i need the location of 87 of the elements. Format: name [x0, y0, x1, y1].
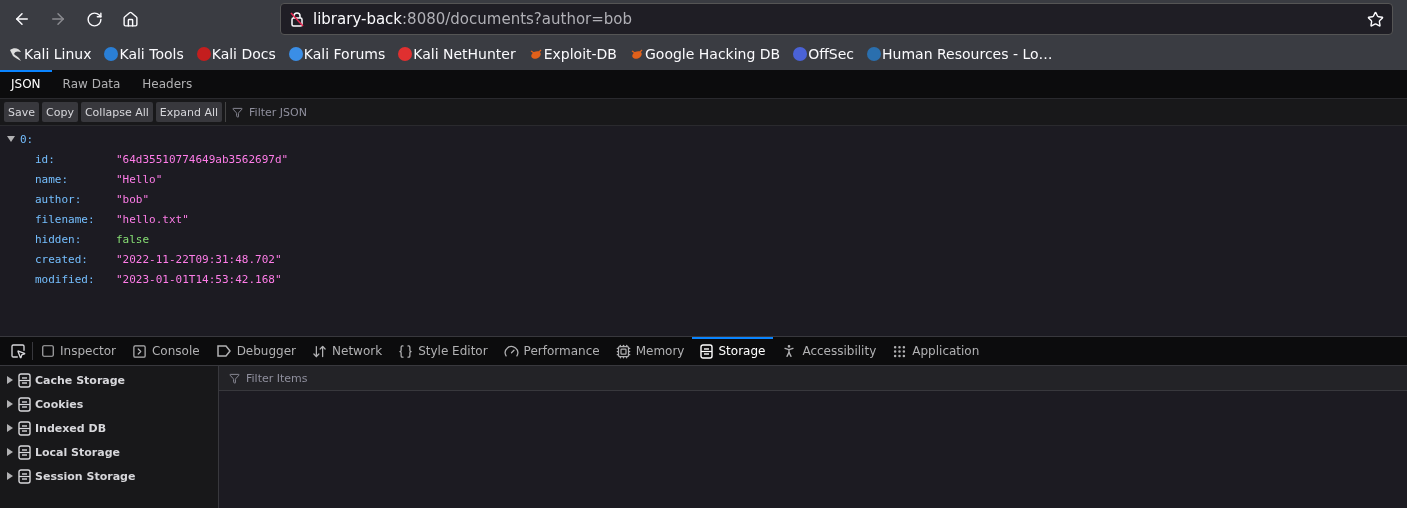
cabinet-icon — [700, 343, 714, 359]
devtools-tab[interactable]: Style Editor — [390, 337, 496, 365]
json-value: "2023-01-01T14:53:42.168" — [116, 272, 282, 286]
json-key: id: — [35, 152, 116, 166]
bookmark-link[interactable]: Kali NetHunter — [413, 46, 516, 62]
devtools-tab[interactable]: Performance — [495, 337, 608, 365]
devtools-tab[interactable]: Application — [884, 337, 988, 365]
expand-caret-icon[interactable] — [6, 400, 14, 408]
viewer-tab[interactable]: Raw Data — [51, 70, 132, 98]
viewer-button[interactable]: Collapse All — [80, 102, 153, 122]
devtools-tab[interactable]: Inspector — [33, 337, 124, 365]
site-icon — [792, 46, 809, 62]
bookmark-link[interactable]: Human Resources - Lo… — [882, 46, 1053, 62]
devtools-tab[interactable]: Accessibility — [773, 337, 885, 365]
cabinet-icon — [18, 420, 31, 436]
terminal-icon — [132, 343, 147, 359]
devtools-tab[interactable]: Memory — [607, 337, 693, 365]
storage-tree-item[interactable]: Cache Storage — [0, 368, 218, 392]
json-key: 0: — [20, 132, 50, 146]
storage-tree-item[interactable]: Session Storage — [0, 464, 218, 488]
json-value: "64d35510774649ab3562697d" — [116, 152, 289, 166]
json-key: created: — [35, 252, 116, 266]
filter-icon — [229, 372, 240, 384]
star-icon[interactable] — [1367, 10, 1384, 28]
bookmark-link[interactable]: Kali Docs — [211, 46, 276, 62]
json-value: "bob" — [116, 192, 150, 206]
tag-icon — [215, 344, 232, 358]
site-icon — [195, 46, 212, 62]
bookmark-link[interactable]: Kali Tools — [119, 46, 184, 62]
site-icon — [103, 46, 120, 62]
lock-slash-icon — [289, 11, 305, 27]
arrows-icon — [312, 343, 328, 359]
url-text: library-back:8080/documents?author=bob — [313, 10, 633, 28]
json-key: modified: — [35, 272, 116, 286]
square-icon — [41, 344, 55, 358]
reload-icon — [85, 10, 103, 28]
storage-label: Cookies — [35, 397, 84, 411]
json-key: filename: — [35, 212, 116, 226]
json-value: false — [116, 232, 150, 246]
filter-icon — [232, 106, 244, 118]
cabinet-icon — [18, 444, 31, 460]
cabinet-icon — [18, 372, 31, 388]
grid-icon — [892, 343, 908, 359]
storage-label: Local Storage — [35, 445, 121, 459]
storage-tree-item[interactable]: Cookies — [0, 392, 218, 416]
json-value: "2022-11-22T09:31:48.702" — [116, 252, 282, 266]
viewer-button[interactable]: Copy — [42, 102, 78, 122]
bookmark-link[interactable]: OffSec — [808, 46, 855, 62]
storage-tree-item[interactable]: Local Storage — [0, 440, 218, 464]
expand-caret-icon[interactable] — [6, 472, 14, 480]
json-value: "hello.txt" — [116, 212, 189, 226]
storage-label: Indexed DB — [35, 421, 107, 435]
cabinet-icon — [18, 396, 31, 412]
address-bar[interactable]: library-back:8080/documents?author=bob — [280, 3, 1393, 35]
expand-caret-icon[interactable] — [6, 134, 16, 144]
bookmark-link[interactable]: Kali Linux — [24, 46, 92, 62]
viewer-tab[interactable]: Headers — [131, 70, 204, 98]
storage-label: Cache Storage — [35, 373, 126, 387]
json-key: name: — [35, 172, 116, 186]
viewer-button[interactable]: Save — [4, 102, 39, 122]
json-key: hidden: — [35, 232, 116, 246]
expand-caret-icon[interactable] — [6, 448, 14, 456]
devtools-tab[interactable]: Storage — [692, 337, 774, 365]
viewer-tab[interactable]: JSON — [0, 70, 52, 98]
home-icon — [121, 10, 139, 28]
devtools-tab[interactable]: Network — [304, 337, 391, 365]
json-key: author: — [35, 192, 116, 206]
devtools-tab[interactable]: Console — [124, 337, 208, 365]
storage-tree-item[interactable]: Indexed DB — [0, 416, 218, 440]
forward-arrow-icon — [49, 10, 67, 28]
picker-icon — [10, 343, 26, 359]
cabinet-icon — [18, 468, 31, 484]
viewer-button[interactable]: Expand All — [155, 102, 223, 122]
site-icon — [866, 46, 883, 62]
expand-caret-icon[interactable] — [6, 424, 14, 432]
gauge-icon — [503, 343, 519, 359]
expand-caret-icon[interactable] — [6, 376, 14, 384]
devtools-tab[interactable]: Debugger — [207, 337, 305, 365]
braces-icon — [398, 343, 414, 359]
site-icon — [287, 46, 304, 62]
storage-label: Session Storage — [35, 469, 136, 483]
bookmark-link[interactable]: Kali Forums — [303, 46, 386, 62]
json-value: "Hello" — [116, 172, 163, 186]
bookmark-link[interactable]: Exploit-DB — [543, 46, 617, 62]
site-icon — [397, 46, 414, 62]
bookmark-link[interactable]: Google Hacking DB — [645, 46, 781, 62]
chip-icon — [615, 343, 631, 359]
